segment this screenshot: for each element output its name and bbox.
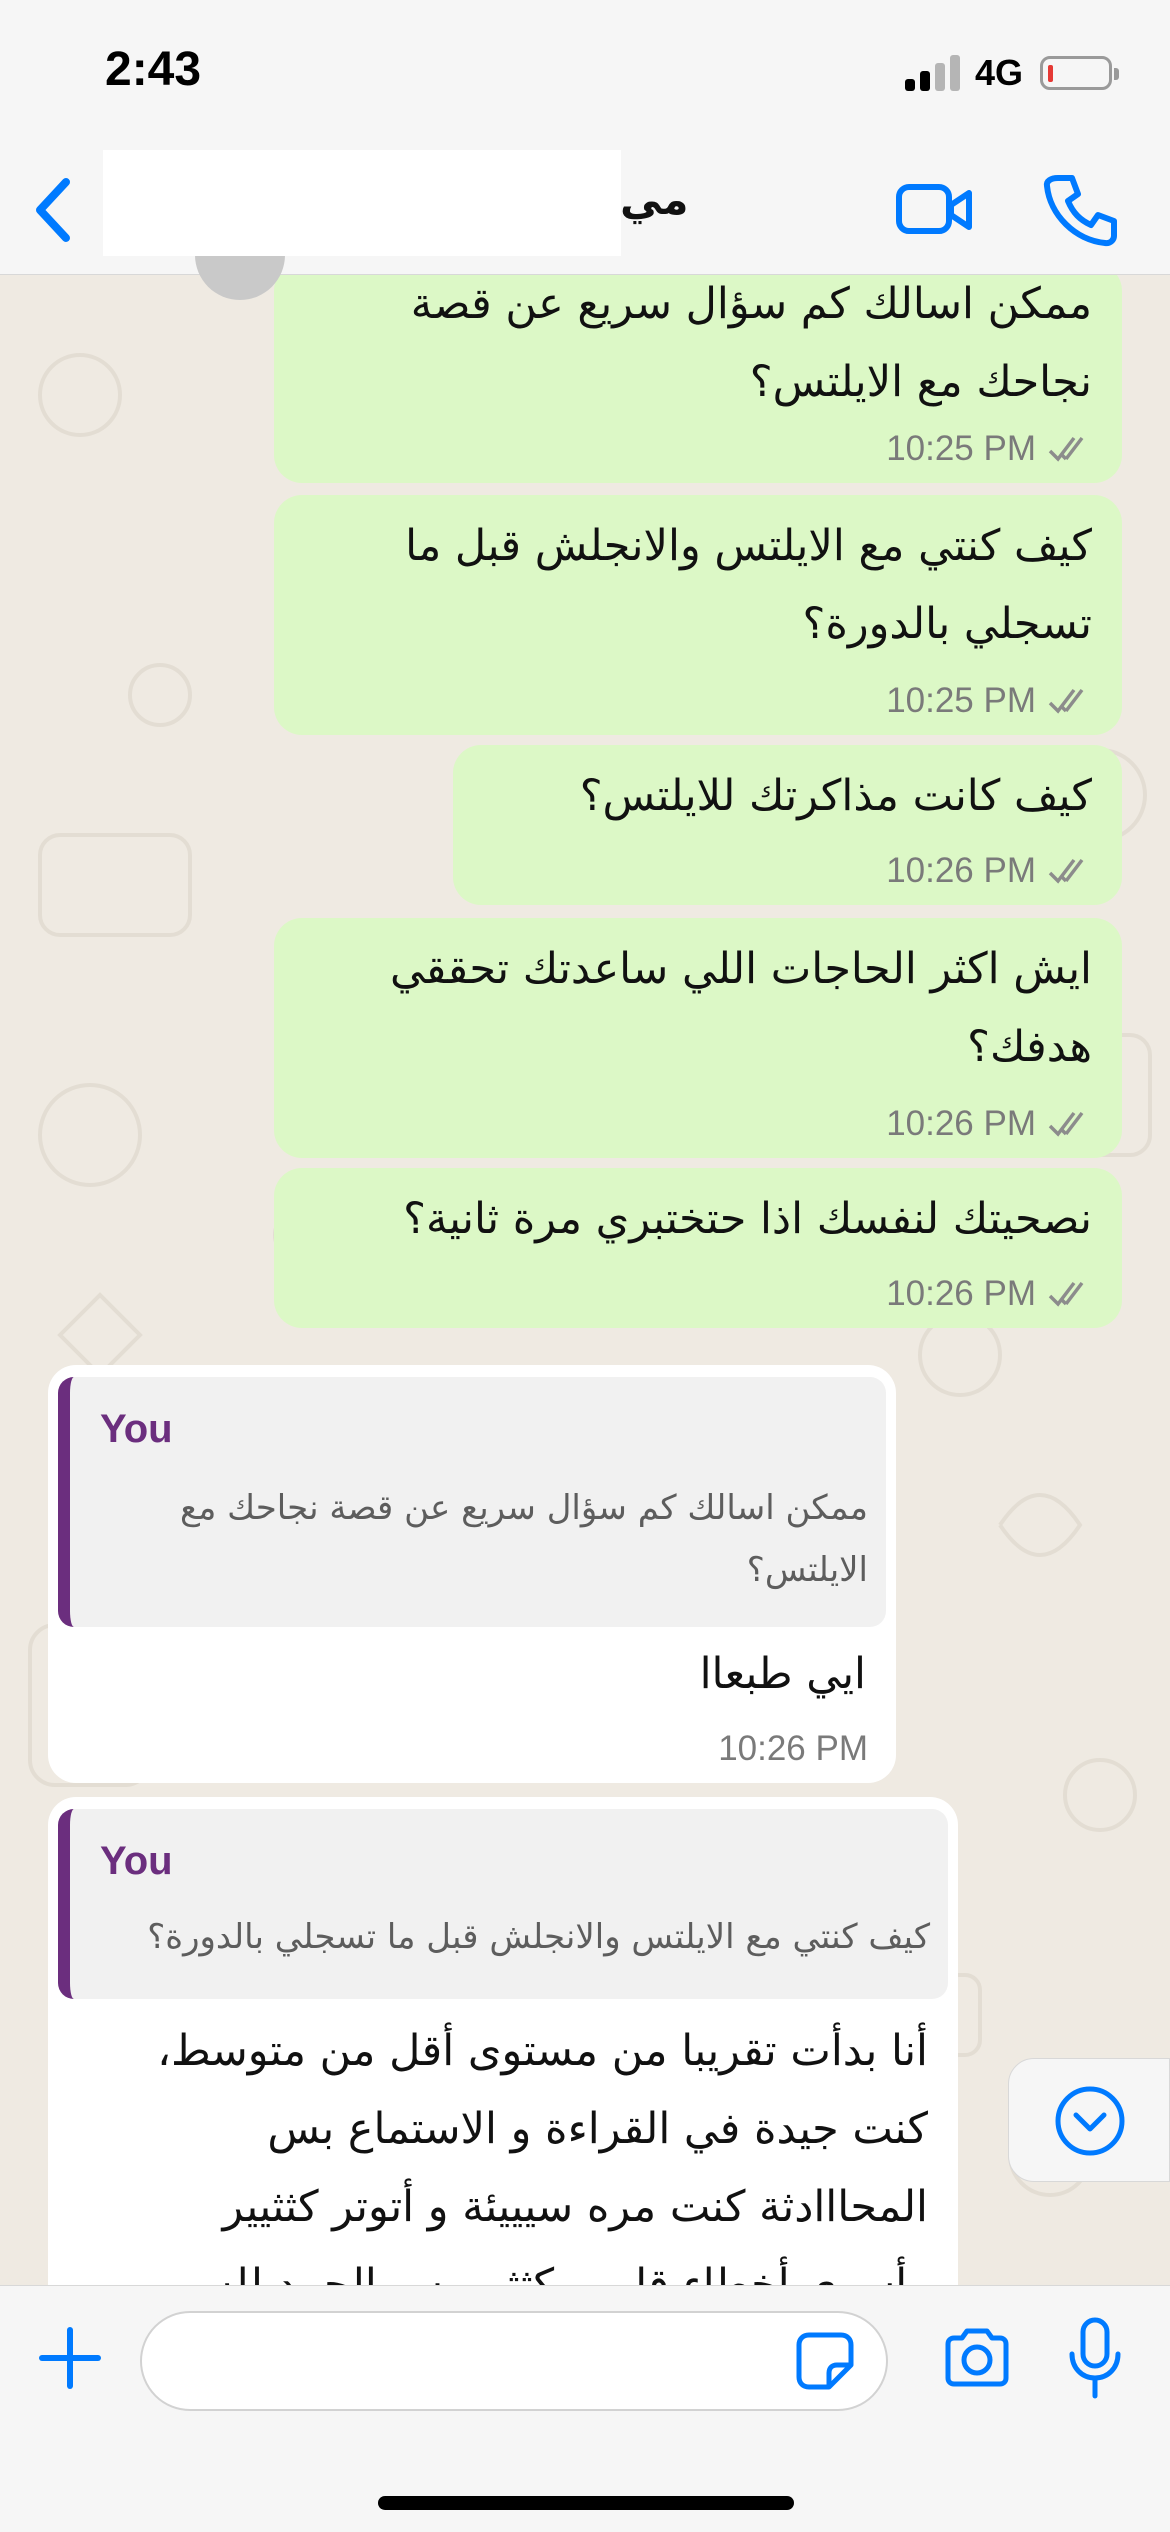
message-time: 10:25 PM [886,429,1036,468]
message-bubble-outgoing[interactable]: كيف كنتي مع الايلتس والانجلش قبل ما تسجل… [274,495,1122,735]
home-indicator [378,2496,794,2510]
message-bubble-outgoing[interactable]: ممكن اسالك كم سؤال سريع عن قصة نجاحك مع … [274,275,1122,483]
camera-icon [945,2328,1009,2387]
message-time: 10:26 PM [886,1104,1036,1143]
message-meta: 10:25 PM [886,681,1094,721]
cellular-signal-icon [905,55,965,91]
scroll-to-bottom-button[interactable] [1008,2058,1170,2182]
message-input-bar [0,2285,1170,2532]
voice-message-button[interactable] [1068,2316,1122,2402]
read-receipt-icon [1048,1281,1084,1307]
message-input[interactable] [140,2311,888,2411]
attach-button[interactable] [38,2326,102,2390]
back-chevron-icon [36,178,70,242]
voice-call-button[interactable] [1040,170,1120,250]
read-receipt-icon [1048,436,1084,462]
message-time: 10:26 PM [886,1274,1036,1313]
message-meta: 10:26 PM [718,1729,868,1769]
plus-icon [39,2327,101,2389]
reply-author: You [100,1839,173,1883]
read-receipt-icon [1048,1111,1084,1137]
status-time: 2:43 [105,43,202,96]
redacted-name-area [103,150,621,256]
sticker-icon [796,2332,854,2390]
sticker-button[interactable] [795,2331,855,2391]
contact-name[interactable]: مي [620,175,689,224]
message-bubble-outgoing[interactable]: نصحيتك لنفسك اذا حتختبري مرة ثانية؟ 10:2… [274,1168,1122,1328]
reply-quote[interactable]: You كيف كنتي مع الايلتس والانجلش قبل ما … [58,1809,948,1999]
message-text: كيف كنتي مع الايلتس والانجلش قبل ما تسجل… [405,521,1092,649]
message-meta: 10:26 PM [886,1274,1094,1314]
video-call-button[interactable] [895,175,975,245]
back-button[interactable] [22,170,92,250]
message-time: 10:26 PM [886,851,1036,890]
message-time: 10:26 PM [718,1729,868,1768]
message-bubble-outgoing[interactable]: ايش اكثر الحاجات اللي ساعدتك تحققي هدفك؟… [274,918,1122,1158]
message-text: ايي طبعاا [699,1649,866,1699]
camera-button[interactable] [942,2326,1012,2390]
reply-text: كيف كنتي مع الايلتس والانجلش قبل ما تسجل… [147,1917,930,1957]
message-bubble-outgoing[interactable]: كيف كانت مذاكرتك للايلتس؟ 10:26 PM [453,745,1122,905]
battery-icon [1040,56,1119,90]
chat-area[interactable]: ممكن اسالك كم سؤال سريع عن قصة نجاحك مع … [0,275,1170,2285]
message-text: نصحيتك لنفسك اذا حتختبري مرة ثانية؟ [403,1194,1092,1244]
network-type: 4G [975,52,1024,93]
read-receipt-icon [1048,858,1084,884]
video-call-icon [896,184,972,234]
message-meta: 10:25 PM [886,429,1094,469]
message-bubble-incoming[interactable]: You ممكن اسالك كم سؤال سريع عن قصة نجاحك… [48,1365,896,1783]
read-receipt-icon [1048,688,1084,714]
reply-text: ممكن اسالك كم سؤال سريع عن قصة نجاحك مع … [179,1488,868,1590]
status-bar: 2:43 4G [0,0,1170,150]
phone-icon [1043,175,1117,247]
message-time: 10:25 PM [886,681,1036,720]
message-text: كيف كانت مذاكرتك للايلتس؟ [579,771,1092,821]
message-meta: 10:26 PM [886,851,1094,891]
message-text: ايش اكثر الحاجات اللي ساعدتك تحققي هدفك؟ [389,944,1092,1072]
microphone-icon [1069,2317,1121,2399]
reply-author: You [100,1407,173,1451]
message-text: أنا بدأت تقريبا من مستوى أقل من متوسط، ك… [157,2026,928,2285]
message-bubble-incoming[interactable]: You كيف كنتي مع الايلتس والانجلش قبل ما … [48,1797,958,2285]
reply-quote[interactable]: You ممكن اسالك كم سؤال سريع عن قصة نجاحك… [58,1377,886,1627]
message-text: ممكن اسالك كم سؤال سريع عن قصة نجاحك مع … [410,279,1092,407]
message-meta: 10:26 PM [886,1104,1094,1144]
chat-header: مي [0,150,1170,300]
scroll-down-icon [1055,2086,1125,2156]
